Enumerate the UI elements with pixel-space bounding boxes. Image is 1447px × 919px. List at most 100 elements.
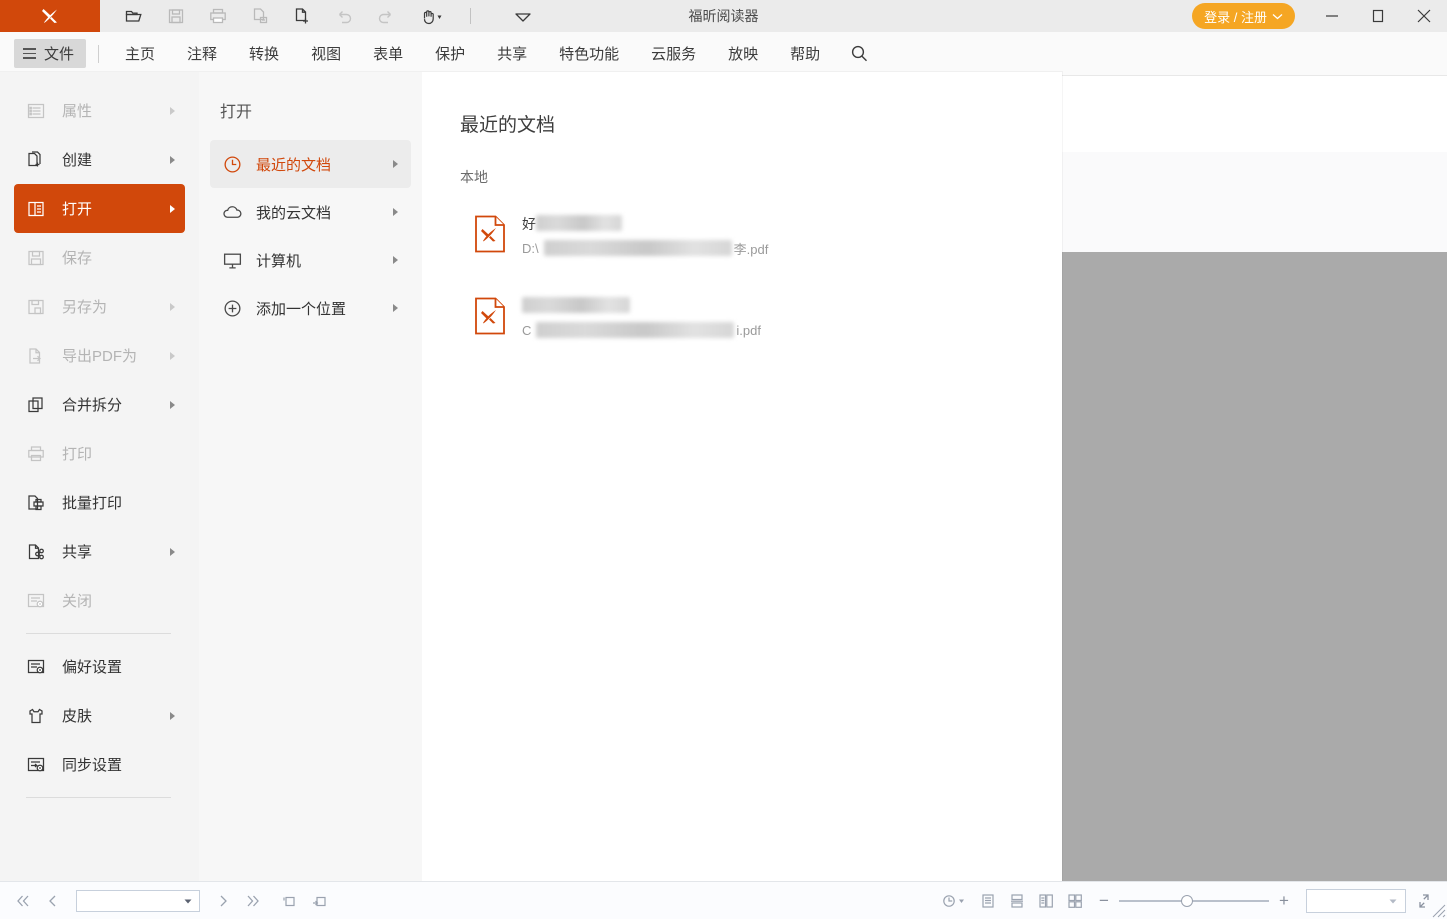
sidebar-item-label: 创建 <box>62 149 92 170</box>
sidebar-item-4: 另存为 <box>14 282 185 331</box>
recent-document-item[interactable]: Ci.pdf <box>448 285 1008 349</box>
next-view-button[interactable] <box>306 888 332 914</box>
customize-qat-icon[interactable] <box>509 3 537 29</box>
open-panel-list: 最近的文档我的云文档计算机添加一个位置 <box>199 140 422 332</box>
zoom-out-button[interactable]: − <box>1097 892 1111 909</box>
hand-tool-icon[interactable] <box>414 3 448 29</box>
next-page-button[interactable] <box>210 888 236 914</box>
ribbon-tab-1[interactable]: 注释 <box>171 39 233 69</box>
zoom-slider-handle[interactable] <box>1181 895 1193 907</box>
recent-document-item[interactable]: 好D:\李.pdf <box>448 203 1008 267</box>
quick-access-toolbar <box>100 0 537 32</box>
recent-document-name-prefix: 好 <box>522 214 536 234</box>
open-panel-item-3[interactable]: 添加一个位置 <box>210 284 411 332</box>
minimize-icon <box>1321 5 1343 27</box>
sidebar-item-2[interactable]: 打开 <box>14 184 185 233</box>
pdf-file-icon <box>474 215 506 253</box>
open-submenu-panel: 打开 最近的文档我的云文档计算机添加一个位置 <box>199 72 422 881</box>
window-controls-group: 登录 / 注册 <box>1192 0 1447 32</box>
open-panel-item-2[interactable]: 计算机 <box>210 236 411 284</box>
chevron-right-icon <box>170 303 175 311</box>
continuous-scroll-button[interactable] <box>1004 888 1030 914</box>
recent-group-label: 本地 <box>460 167 1062 187</box>
merge-split-icon <box>25 394 47 416</box>
sidebar-item-label: 共享 <box>62 541 92 562</box>
open-panel-item-0[interactable]: 最近的文档 <box>210 140 411 188</box>
ribbon-tab-5[interactable]: 保护 <box>419 39 481 69</box>
login-register-button[interactable]: 登录 / 注册 <box>1192 3 1295 29</box>
sidebar-item-1[interactable]: 创建 <box>14 135 185 184</box>
single-page-view-button[interactable] <box>975 888 1001 914</box>
ribbon-tab-4[interactable]: 表单 <box>357 39 419 69</box>
rotate-button[interactable] <box>938 888 972 914</box>
ribbon-tab-2[interactable]: 转换 <box>233 39 295 69</box>
first-page-button[interactable] <box>10 888 36 914</box>
skin-icon <box>25 705 47 727</box>
chevron-right-icon <box>393 256 398 264</box>
open-panel-item-label: 最近的文档 <box>256 154 331 175</box>
batch-print-icon <box>25 492 47 514</box>
minimize-button[interactable] <box>1309 0 1355 32</box>
recent-documents-title: 最近的文档 <box>460 110 1062 137</box>
tab-file[interactable]: 文件 <box>14 39 86 68</box>
properties-icon <box>25 100 47 122</box>
redo-icon[interactable] <box>372 3 400 29</box>
new-from-file-icon[interactable] <box>288 3 316 29</box>
email-attach-icon[interactable] <box>246 3 274 29</box>
recent-document-text: Ci.pdf <box>522 295 761 339</box>
open-panel-item-1[interactable]: 我的云文档 <box>210 188 411 236</box>
sidebar-item-12[interactable]: 偏好设置 <box>14 642 185 691</box>
search-button[interactable] <box>842 39 876 69</box>
sidebar-item-label: 关闭 <box>62 590 92 611</box>
sidebar-item-5: 导出PDF为 <box>14 331 185 380</box>
last-page-button[interactable] <box>240 888 266 914</box>
zoom-slider[interactable] <box>1119 900 1269 902</box>
facing-view-button[interactable] <box>1033 888 1059 914</box>
previous-page-button[interactable] <box>40 888 66 914</box>
single-page-icon <box>979 892 997 910</box>
sidebar-item-13[interactable]: 皮肤 <box>14 691 185 740</box>
page-number-input[interactable] <box>76 890 200 912</box>
facing-with-cover-button[interactable] <box>1062 888 1088 914</box>
maximize-button[interactable] <box>1355 0 1401 32</box>
zoom-in-button[interactable]: + <box>1277 892 1291 909</box>
sidebar-item-8[interactable]: 批量打印 <box>14 478 185 527</box>
chevron-down-icon <box>1272 13 1283 20</box>
previous-view-button[interactable] <box>276 888 302 914</box>
next-view-icon <box>310 892 328 910</box>
preferences-icon <box>25 656 47 678</box>
file-menu-sidebar: 属性创建打开保存另存为导出PDF为合并拆分打印批量打印共享关闭偏好设置皮肤同步设… <box>0 72 199 881</box>
file-menu-panel: 属性创建打开保存另存为导出PDF为合并拆分打印批量打印共享关闭偏好设置皮肤同步设… <box>0 72 1062 881</box>
recent-documents-panel: 最近的文档 本地 好D:\李.pdfCi.pdf <box>422 72 1062 881</box>
recent-document-path-suffix: i.pdf <box>736 323 761 338</box>
resize-grip-icon[interactable] <box>1430 902 1446 918</box>
sidebar-item-10: 关闭 <box>14 576 185 625</box>
sidebar-item-9[interactable]: 共享 <box>14 527 185 576</box>
chevron-right-icon <box>170 548 175 556</box>
sidebar-item-label: 导出PDF为 <box>62 345 137 366</box>
open-folder-icon[interactable] <box>120 3 148 29</box>
computer-icon <box>221 249 243 271</box>
login-register-label: 登录 / 注册 <box>1204 7 1267 26</box>
ribbon-tab-8[interactable]: 云服务 <box>635 39 712 69</box>
recent-document-name: 好 <box>522 215 768 233</box>
zoom-level-select[interactable] <box>1306 889 1406 913</box>
ribbon-tab-6[interactable]: 共享 <box>481 39 543 69</box>
hamburger-icon <box>23 48 36 59</box>
close-button[interactable] <box>1401 0 1447 32</box>
ribbon-tab-3[interactable]: 视图 <box>295 39 357 69</box>
print-icon[interactable] <box>204 3 232 29</box>
undo-icon[interactable] <box>330 3 358 29</box>
save-icon[interactable] <box>162 3 190 29</box>
ribbon-tab-10[interactable]: 帮助 <box>774 39 836 69</box>
recent-documents-list: 好D:\李.pdfCi.pdf <box>460 203 1062 349</box>
ribbon-tab-0[interactable]: 主页 <box>109 39 171 69</box>
sidebar-item-3: 保存 <box>14 233 185 282</box>
sidebar-item-label: 皮肤 <box>62 705 92 726</box>
ribbon-tab-9[interactable]: 放映 <box>712 39 774 69</box>
status-bar: − + <box>0 881 1447 919</box>
sidebar-item-6[interactable]: 合并拆分 <box>14 380 185 429</box>
ribbon-tab-7[interactable]: 特色功能 <box>543 39 635 69</box>
sidebar-item-14[interactable]: 同步设置 <box>14 740 185 789</box>
redaction-bar <box>522 297 630 313</box>
